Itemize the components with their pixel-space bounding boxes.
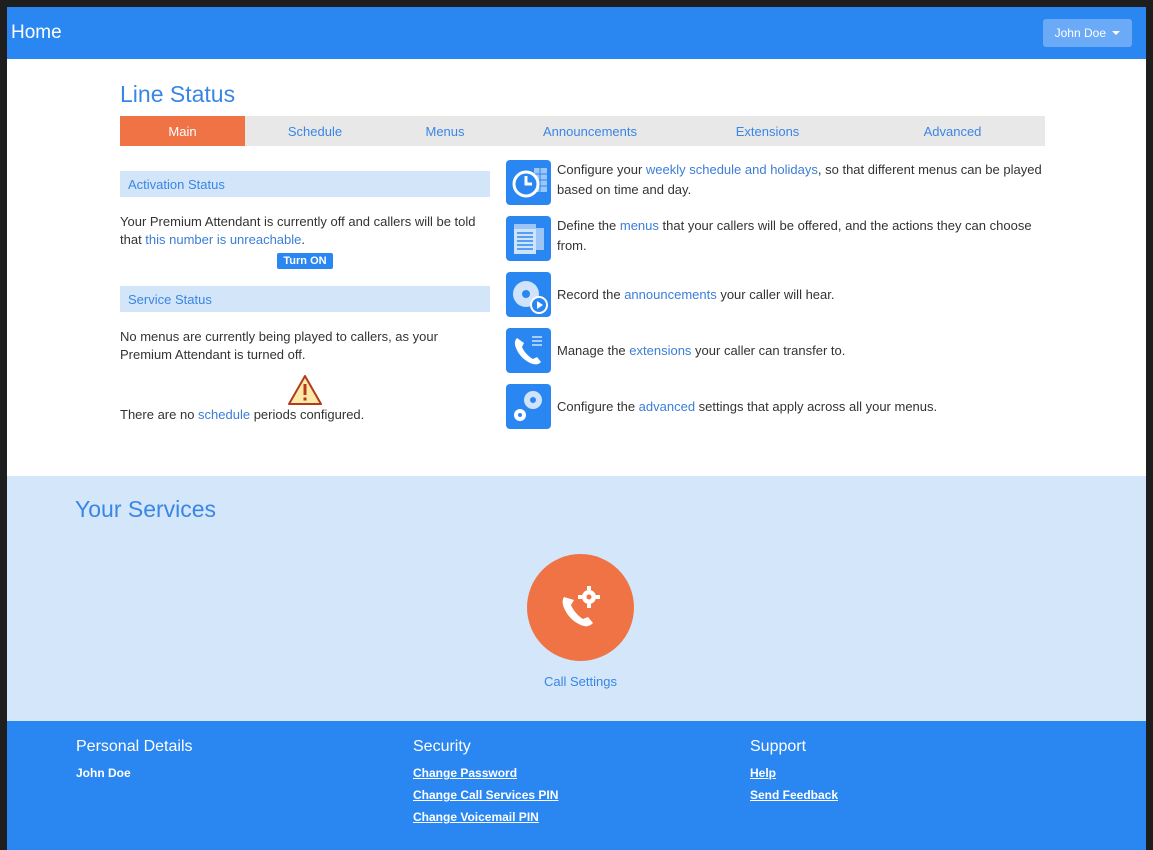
feature-text: Define the: [557, 218, 620, 233]
tab-announcements[interactable]: Announcements: [505, 116, 675, 146]
feature-text: Configure the: [557, 399, 639, 414]
feature-schedule-text: Configure your weekly schedule and holid…: [557, 160, 1046, 200]
feature-text: Manage the: [557, 343, 630, 358]
disc-play-icon[interactable]: [506, 272, 551, 317]
footer-personal-details: Personal Details John Doe: [76, 738, 193, 788]
activation-status-text: Your Premium Attendant is currently off …: [120, 213, 490, 249]
footer: Personal Details John Doe Security Chang…: [7, 721, 1146, 850]
change-password-link[interactable]: Change Password: [413, 766, 558, 780]
feature-extensions: Manage the extensions your caller can tr…: [506, 328, 1046, 373]
phone-gear-icon: [562, 585, 600, 626]
advanced-link[interactable]: advanced: [639, 399, 695, 414]
change-voicemail-pin-link[interactable]: Change Voicemail PIN: [413, 810, 558, 824]
tab-bar: Main Schedule Menus Announcements Extens…: [120, 116, 1045, 146]
footer-personal-title: Personal Details: [76, 738, 193, 755]
footer-support-title: Support: [750, 738, 807, 755]
announcements-link[interactable]: announcements: [624, 287, 717, 302]
schedule-link[interactable]: schedule: [198, 407, 250, 422]
footer-support: Support Help Send Feedback: [750, 738, 838, 810]
call-settings-button[interactable]: [527, 554, 634, 661]
feature-menus-text: Define the menus that your callers will …: [557, 216, 1046, 256]
unreachable-link[interactable]: this number is unreachable: [145, 232, 301, 247]
turn-on-button[interactable]: Turn ON: [277, 253, 333, 269]
phone-extension-icon[interactable]: [506, 328, 551, 373]
your-services-section: Your Services Call Settings: [7, 476, 1146, 721]
tab-advanced[interactable]: Advanced: [860, 116, 1045, 146]
menus-link[interactable]: menus: [620, 218, 659, 233]
home-link[interactable]: Home: [11, 22, 62, 44]
weekly-schedule-link[interactable]: weekly schedule and holidays: [646, 162, 818, 177]
features-column: Configure your weekly schedule and holid…: [506, 160, 1046, 440]
feature-extensions-text: Manage the extensions your caller can tr…: [557, 328, 845, 361]
schedule-status-text: There are no schedule periods configured…: [120, 406, 490, 424]
status-column: Activation Status Your Premium Attendant…: [120, 171, 490, 424]
menu-list-icon[interactable]: [506, 216, 551, 261]
schedule-text-end: periods configured.: [250, 407, 365, 422]
send-feedback-link[interactable]: Send Feedback: [750, 788, 838, 802]
feature-text: settings that apply across all your menu…: [695, 399, 938, 414]
footer-user-name: John Doe: [76, 766, 131, 780]
warning-icon: [120, 374, 490, 406]
feature-advanced-text: Configure the advanced settings that app…: [557, 384, 937, 417]
tab-menus[interactable]: Menus: [385, 116, 505, 146]
feature-advanced: Configure the advanced settings that app…: [506, 384, 1046, 429]
service-status-text: No menus are currently being played to c…: [120, 329, 438, 362]
feature-menus: Define the menus that your callers will …: [506, 216, 1046, 261]
activation-status-header: Activation Status: [120, 171, 490, 197]
user-menu-button[interactable]: John Doe: [1042, 19, 1132, 47]
chevron-down-icon: [1112, 31, 1120, 35]
tab-schedule[interactable]: Schedule: [245, 116, 385, 146]
page-title: Line Status: [120, 81, 236, 107]
extensions-link[interactable]: extensions: [629, 343, 691, 358]
feature-text: your caller can transfer to.: [691, 343, 846, 358]
schedule-text: There are no: [120, 407, 199, 422]
line-status-section: Line Status Main Schedule Menus Announce…: [7, 59, 1146, 476]
clock-calendar-icon[interactable]: [506, 160, 551, 205]
help-link[interactable]: Help: [750, 766, 838, 780]
tab-main[interactable]: Main: [120, 116, 245, 146]
call-settings-link[interactable]: Call Settings: [527, 674, 634, 689]
feature-text: Configure your: [557, 162, 646, 177]
footer-security: Security Change Password Change Call Ser…: [413, 738, 558, 832]
footer-security-title: Security: [413, 738, 471, 755]
top-bar: Home John Doe: [7, 7, 1146, 59]
gears-icon[interactable]: [506, 384, 551, 429]
feature-text: Record the: [557, 287, 625, 302]
feature-announcements: Record the announcements your caller wil…: [506, 272, 1046, 317]
change-call-services-pin-link[interactable]: Change Call Services PIN: [413, 788, 558, 802]
tab-extensions[interactable]: Extensions: [675, 116, 860, 146]
feature-text: your caller will hear.: [716, 287, 835, 302]
activation-text-end: .: [301, 232, 306, 247]
user-menu-label: John Doe: [1054, 26, 1106, 40]
feature-schedule: Configure your weekly schedule and holid…: [506, 160, 1046, 205]
service-status-header: Service Status: [120, 286, 490, 312]
services-title: Your Services: [75, 496, 217, 522]
feature-announcements-text: Record the announcements your caller wil…: [557, 272, 835, 305]
